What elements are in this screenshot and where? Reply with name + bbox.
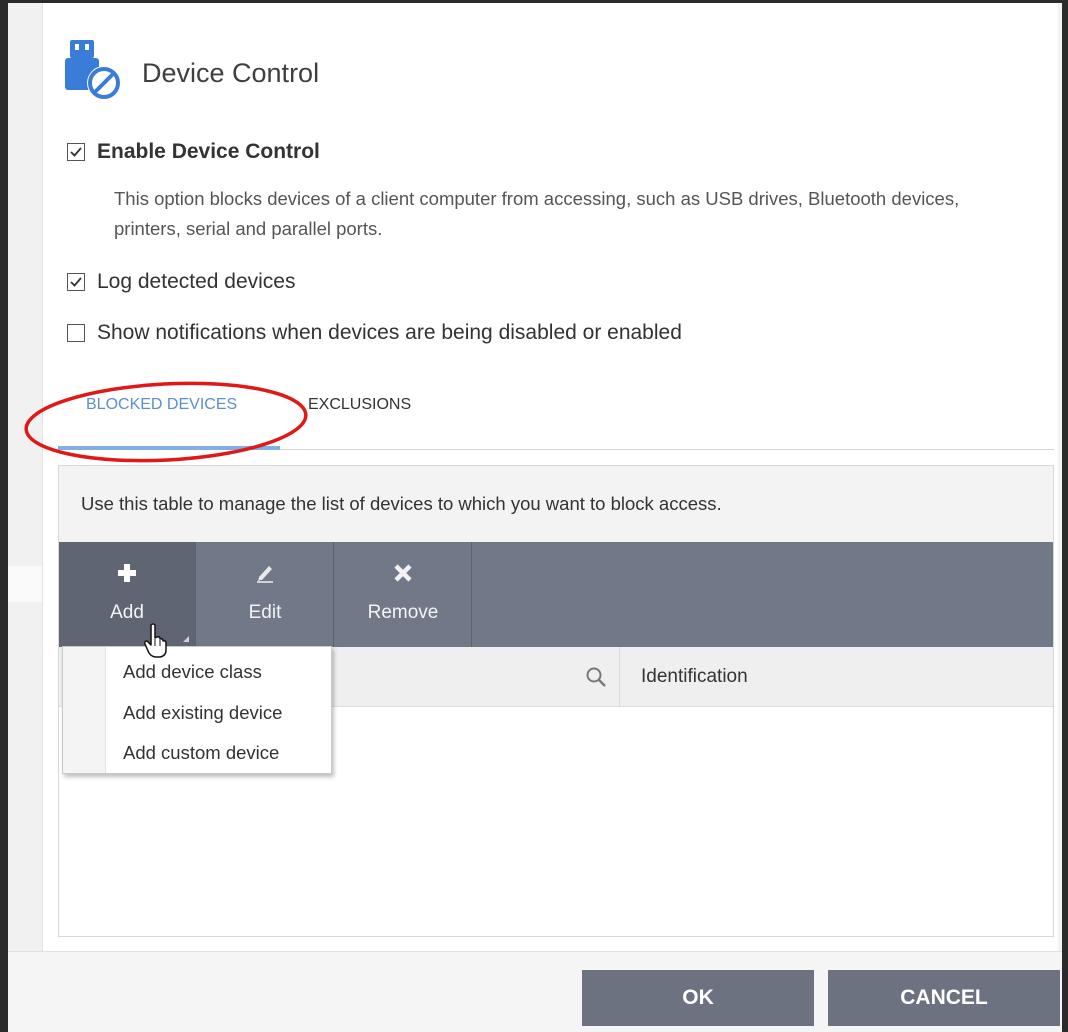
log-detected-devices-label: Log detected devices [97, 270, 296, 293]
scroll-track [1058, 3, 1062, 951]
check-icon [70, 147, 82, 157]
window-frame-left [0, 0, 8, 1032]
page-title: Device Control [142, 58, 320, 88]
cancel-button[interactable]: CANCEL [828, 970, 1060, 1026]
device-toolbar: Add Edit Remove [59, 542, 1053, 647]
column-identification[interactable]: Identification [641, 666, 748, 688]
add-dropdown-menu: Add device class Add existing device Add… [62, 646, 332, 774]
left-nav-selected-band [8, 566, 42, 602]
remove-button-label: Remove [367, 602, 439, 623]
add-button[interactable]: Add [59, 542, 195, 647]
menu-item-add-custom-device[interactable]: Add custom device [123, 742, 279, 764]
enable-device-control-label: Enable Device Control [97, 140, 320, 163]
add-button-label: Add [110, 602, 144, 623]
red-annotation-ellipse [24, 381, 308, 463]
enable-description: This option blocks devices of a client c… [114, 188, 960, 239]
log-detected-devices-option[interactable]: Log detected devices [67, 270, 295, 294]
show-notifications-option[interactable]: Show notifications when devices are bein… [67, 321, 682, 345]
menu-icon-gutter [63, 647, 106, 773]
remove-button[interactable]: Remove [335, 542, 471, 647]
close-icon [394, 564, 412, 582]
window-frame-top [0, 0, 1068, 3]
check-icon [70, 277, 82, 287]
panel-description-bar: Use this table to manage the list of dev… [59, 466, 1053, 542]
show-notifications-checkbox[interactable] [67, 324, 85, 342]
pencil-icon [257, 566, 273, 583]
menu-item-add-device-class[interactable]: Add device class [123, 661, 262, 683]
usb-blocked-icon [65, 40, 121, 100]
edit-button[interactable]: Edit [197, 542, 333, 647]
hand-cursor-icon [144, 623, 167, 658]
toolbar-separator [195, 542, 196, 647]
window-frame-right [1062, 0, 1068, 1032]
ok-button[interactable]: OK [582, 970, 814, 1026]
log-detected-devices-checkbox[interactable] [67, 273, 85, 291]
edit-button-label: Edit [248, 602, 282, 623]
dropdown-caret-icon [183, 636, 189, 642]
plus-icon [118, 564, 136, 582]
enable-device-control-option[interactable]: Enable Device Control [67, 140, 320, 164]
toolbar-separator [333, 542, 334, 647]
panel-description: Use this table to manage the list of dev… [81, 493, 722, 514]
column-separator[interactable] [619, 647, 620, 707]
search-icon[interactable] [585, 666, 607, 688]
tab-exclusions[interactable]: EXCLUSIONS [308, 396, 411, 414]
toolbar-separator [471, 542, 472, 647]
vertical-divider [42, 3, 43, 951]
left-nav-strip [8, 3, 42, 951]
show-notifications-label: Show notifications when devices are bein… [97, 321, 682, 344]
enable-device-control-checkbox[interactable] [67, 143, 85, 161]
menu-item-add-existing-device[interactable]: Add existing device [123, 702, 282, 724]
